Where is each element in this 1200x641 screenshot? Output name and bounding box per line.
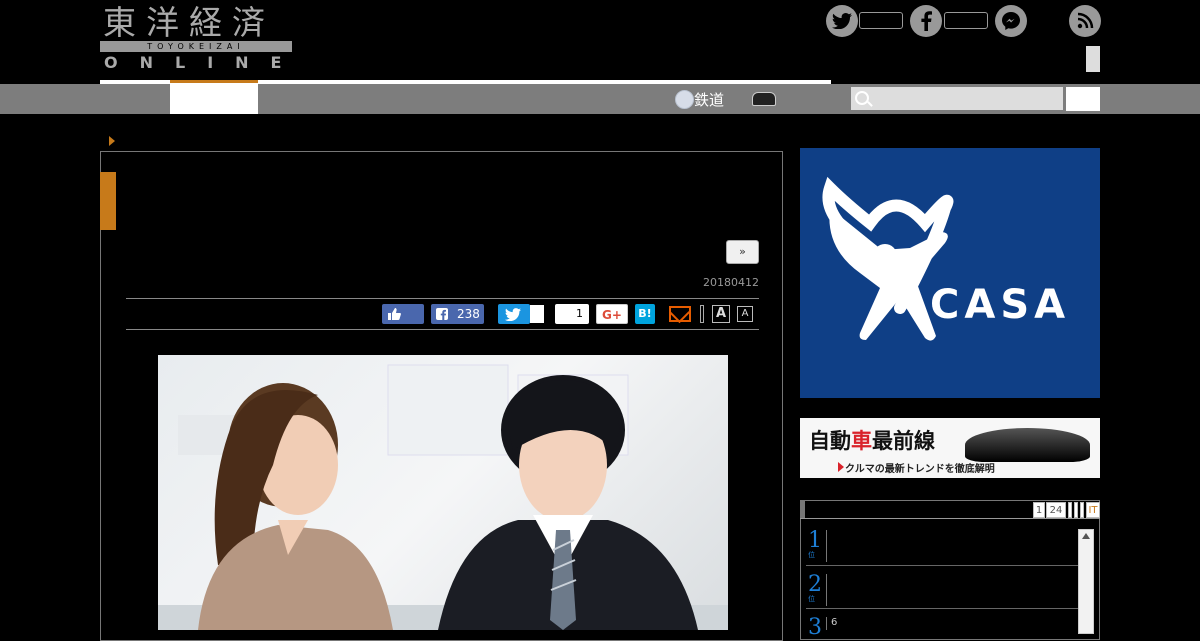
twitter-icon[interactable] <box>826 5 858 37</box>
ranking-tab-month[interactable] <box>1074 502 1078 518</box>
banner-title: 自動車最前線 <box>809 429 935 453</box>
mail-icon[interactable] <box>669 306 691 322</box>
ranking-tab-share[interactable] <box>1080 502 1084 518</box>
ranking-item-3-title[interactable]: 6 <box>831 617 837 628</box>
facebook-like-button[interactable] <box>382 304 424 324</box>
scroll-up-icon[interactable] <box>1082 533 1090 539</box>
site-logo[interactable]: 東洋経済 <box>103 4 275 42</box>
font-size-large-button[interactable]: A <box>712 305 730 323</box>
nav-item-rail[interactable]: 鉄道 <box>694 89 724 110</box>
banner-car-image <box>965 428 1090 462</box>
share-bar-bottom-rule <box>126 329 759 330</box>
logo-online: ONLINE <box>104 53 304 72</box>
facebook-icon[interactable] <box>910 5 942 37</box>
article-date: 20180412 <box>703 276 759 289</box>
ranking-tab-it[interactable]: IT <box>1086 502 1100 518</box>
ranking-item-divider <box>826 617 827 630</box>
ranking-separator <box>806 565 1078 566</box>
font-size-small-button[interactable]: A <box>737 306 753 322</box>
hatena-bookmark-button[interactable]: B! <box>635 304 655 324</box>
logo-sub-bar: TOYOKEIZAI <box>100 41 292 52</box>
breadcrumb-arrow-icon <box>109 136 115 146</box>
search-input[interactable] <box>851 87 1063 110</box>
banner-arrow-icon <box>838 462 844 472</box>
share-bar-top-rule <box>126 298 759 299</box>
search-icon <box>855 91 869 105</box>
banner-subtitle: クルマの最新トレンドを徹底解明 <box>845 464 995 475</box>
ranking-item-2-number: 2位 <box>808 572 822 603</box>
nav-tab-indicator <box>170 80 258 83</box>
facebook-like-count <box>944 12 988 29</box>
facebook-share-count: 238 <box>457 307 480 321</box>
article-title-accent <box>100 172 116 230</box>
ranking-item-divider <box>826 574 827 606</box>
google-plus-button[interactable]: G+ <box>596 304 628 324</box>
ad-registered-mark: ® <box>907 290 917 301</box>
ranking-item-divider <box>826 530 827 562</box>
search-button[interactable] <box>1066 87 1100 111</box>
ranking-item-1-number: 1位 <box>808 528 822 559</box>
rss-icon[interactable] <box>1069 5 1101 37</box>
ranking-tab-1h[interactable]: 1 <box>1033 502 1045 518</box>
ranking-item-3-number: 3 <box>808 615 822 640</box>
ad-brand-text: CASA <box>930 282 1071 328</box>
twitter-share-count <box>530 305 544 323</box>
ranking-separator <box>806 608 1078 609</box>
ranking-tab-week[interactable] <box>1068 502 1072 518</box>
nav-tab-active[interactable] <box>170 84 258 114</box>
train-icon <box>675 90 694 109</box>
article-photo <box>158 355 728 630</box>
ranking-header-accent <box>801 501 805 518</box>
ranking-tab-24h[interactable]: 24 <box>1046 502 1066 518</box>
twitter-share-button[interactable] <box>498 304 530 324</box>
print-button[interactable] <box>700 305 704 323</box>
messenger-icon[interactable] <box>995 5 1027 37</box>
ranking-panel <box>800 500 1100 640</box>
hatena-count: 1 <box>555 304 589 324</box>
sidebar-ad[interactable] <box>800 148 1100 398</box>
facebook-share-button[interactable]: 238 <box>431 304 484 324</box>
ranking-scrollbar[interactable] <box>1078 529 1094 634</box>
twitter-follow-count <box>859 12 903 29</box>
car-icon[interactable] <box>752 92 776 106</box>
next-page-button[interactable]: » <box>726 240 759 264</box>
menu-toggle[interactable] <box>1086 46 1100 72</box>
